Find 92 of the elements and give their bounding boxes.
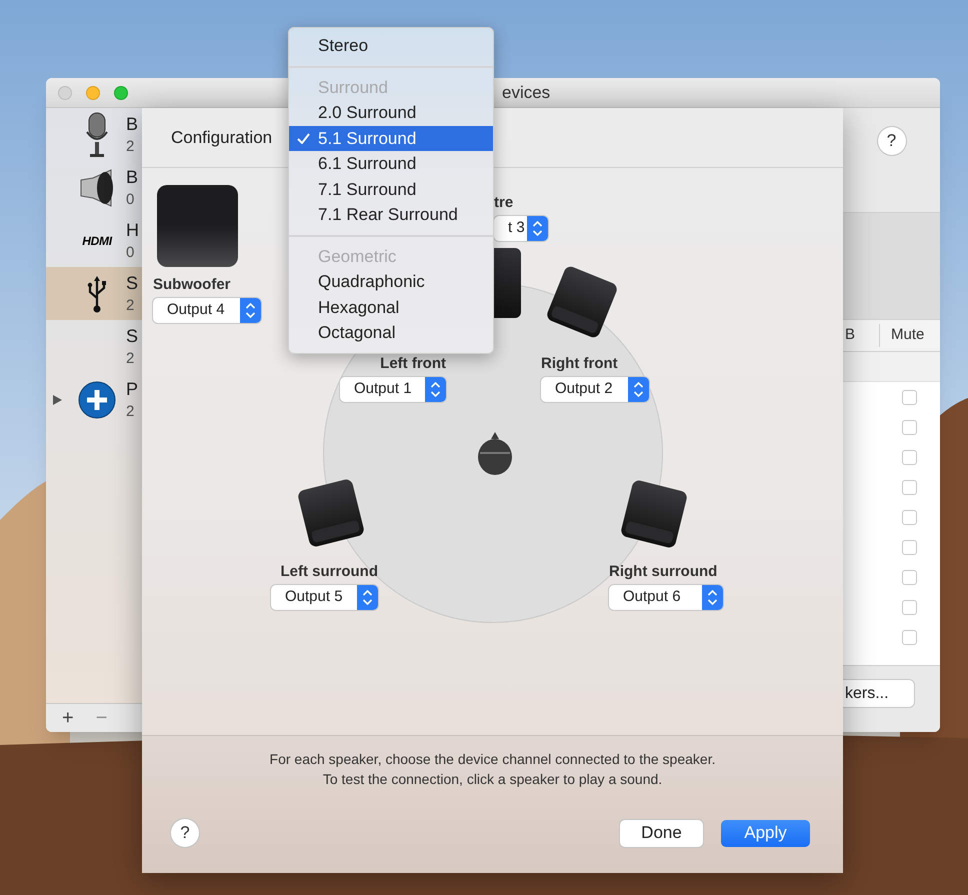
device-detail: 0: [126, 192, 136, 207]
output-select[interactable]: t 3: [494, 216, 548, 241]
menu-item-label: 7.1 Surround: [318, 178, 416, 200]
menu-item[interactable]: Stereo: [289, 33, 493, 58]
menu-item-label: 5.1 Surround: [318, 128, 416, 150]
device-name: S: [126, 327, 138, 345]
add-button[interactable]: +: [62, 708, 74, 728]
menu-item-label: Stereo: [318, 35, 368, 57]
menu-section-header: Geometric: [317, 246, 398, 268]
instruction-text: For each speaker, choose the device channel connected to the speaker.: [268, 750, 716, 769]
microphone-icon: [85, 112, 109, 158]
mute-checkbox[interactable]: [902, 600, 917, 614]
menu-item-label: 2.0 Surround: [318, 102, 416, 124]
mute-checkbox[interactable]: [902, 570, 917, 584]
hdmi-logo: HDMI: [82, 232, 112, 250]
menu-item[interactable]: 6.1 Surround: [289, 151, 493, 176]
select-value: Output 2: [555, 379, 613, 400]
device-detail: 2: [126, 298, 136, 313]
stepper-icon: [628, 377, 649, 402]
device-detail: 2: [126, 351, 136, 366]
menu-item[interactable]: 2.0 Surround: [289, 100, 493, 126]
device-item[interactable]: HDMI H 0: [46, 214, 142, 267]
output-select[interactable]: Output 1: [340, 377, 446, 402]
mute-checkbox[interactable]: [902, 630, 917, 644]
menu-item[interactable]: Quadraphonic: [289, 269, 493, 294]
disclosure-triangle-icon[interactable]: [52, 394, 62, 404]
speaker-label: Left surround: [280, 563, 378, 581]
checkmark-icon: [297, 132, 310, 144]
menu-item[interactable]: Octagonal: [289, 320, 493, 346]
device-name: P: [126, 380, 138, 398]
menu-item[interactable]: 5.1 Surround: [289, 126, 493, 151]
output-select[interactable]: Output 2: [541, 377, 649, 402]
select-value: Output 6: [623, 587, 681, 608]
menu-item-label: Hexagonal: [318, 296, 400, 318]
menu-section-header: Surround: [317, 76, 389, 98]
stepper-icon: [357, 585, 378, 610]
output-select[interactable]: Output 4: [153, 298, 261, 323]
speaker-label: Right surround: [609, 563, 718, 581]
output-select[interactable]: Output 5: [271, 585, 378, 610]
device-item[interactable]: S 2: [46, 267, 142, 320]
help-button[interactable]: ?: [878, 127, 906, 155]
apply-button[interactable]: Apply: [721, 820, 810, 846]
configure-speakers-button[interactable]: kers...: [843, 680, 914, 707]
menu-item-label: Quadraphonic: [318, 271, 425, 293]
select-value: t 3: [508, 218, 525, 238]
help-button[interactable]: ?: [171, 819, 199, 847]
mute-checkbox[interactable]: [902, 390, 917, 404]
device-item[interactable]: P 2: [46, 373, 142, 426]
subwoofer-icon[interactable]: [157, 185, 238, 267]
window-title: evices: [502, 82, 550, 104]
stepper-icon: [527, 216, 548, 241]
stepper-icon: [425, 377, 446, 402]
minimize-button[interactable]: [86, 86, 100, 100]
configuration-label: Configuration: [171, 126, 272, 149]
instruction-text: To test the connection, click a speaker to play a sound.: [322, 770, 664, 789]
speaker-label: Left front: [380, 355, 446, 373]
stepper-icon: [702, 585, 723, 610]
stepper-icon: [240, 298, 261, 323]
speaker-label: tre: [494, 194, 514, 212]
menu-item-label: 6.1 Surround: [318, 153, 416, 175]
zoom-button[interactable]: [114, 86, 128, 100]
speaker-label: Right front: [541, 355, 618, 373]
select-value: Output 1: [354, 379, 412, 400]
mute-checkbox[interactable]: [902, 450, 917, 464]
device-detail: 0: [126, 245, 136, 260]
plus-icon: [78, 380, 116, 418]
menu-item[interactable]: 7.1 Rear Surround: [289, 202, 493, 228]
device-name: H: [126, 221, 139, 239]
menu-item[interactable]: 7.1 Surround: [289, 176, 493, 202]
select-value: Output 5: [285, 587, 343, 608]
device-name: S: [126, 274, 138, 292]
output-select[interactable]: Output 6: [609, 585, 723, 610]
close-button[interactable]: [58, 86, 72, 100]
mute-checkbox[interactable]: [902, 540, 917, 554]
device-item[interactable]: B 0: [46, 161, 142, 214]
menu-item-label: Octagonal: [318, 322, 396, 344]
speaker-label: Subwoofer: [153, 276, 230, 294]
device-detail: 2: [126, 139, 136, 154]
mute-checkbox[interactable]: [902, 480, 917, 494]
device-name: B: [126, 115, 138, 133]
select-value: Output 4: [167, 300, 225, 320]
device-item[interactable]: S 2: [46, 320, 142, 373]
done-button[interactable]: Done: [620, 820, 703, 846]
device-name: B: [126, 168, 138, 186]
menu-item[interactable]: Hexagonal: [289, 294, 493, 320]
device-detail: 2: [126, 404, 136, 419]
mute-checkbox[interactable]: [902, 420, 917, 434]
mute-checkbox[interactable]: [902, 510, 917, 524]
menu-item-label: 7.1 Rear Surround: [318, 204, 458, 226]
device-item[interactable]: B 2: [46, 108, 142, 161]
usb-icon: [86, 274, 108, 314]
column-header: Mute: [890, 325, 924, 346]
